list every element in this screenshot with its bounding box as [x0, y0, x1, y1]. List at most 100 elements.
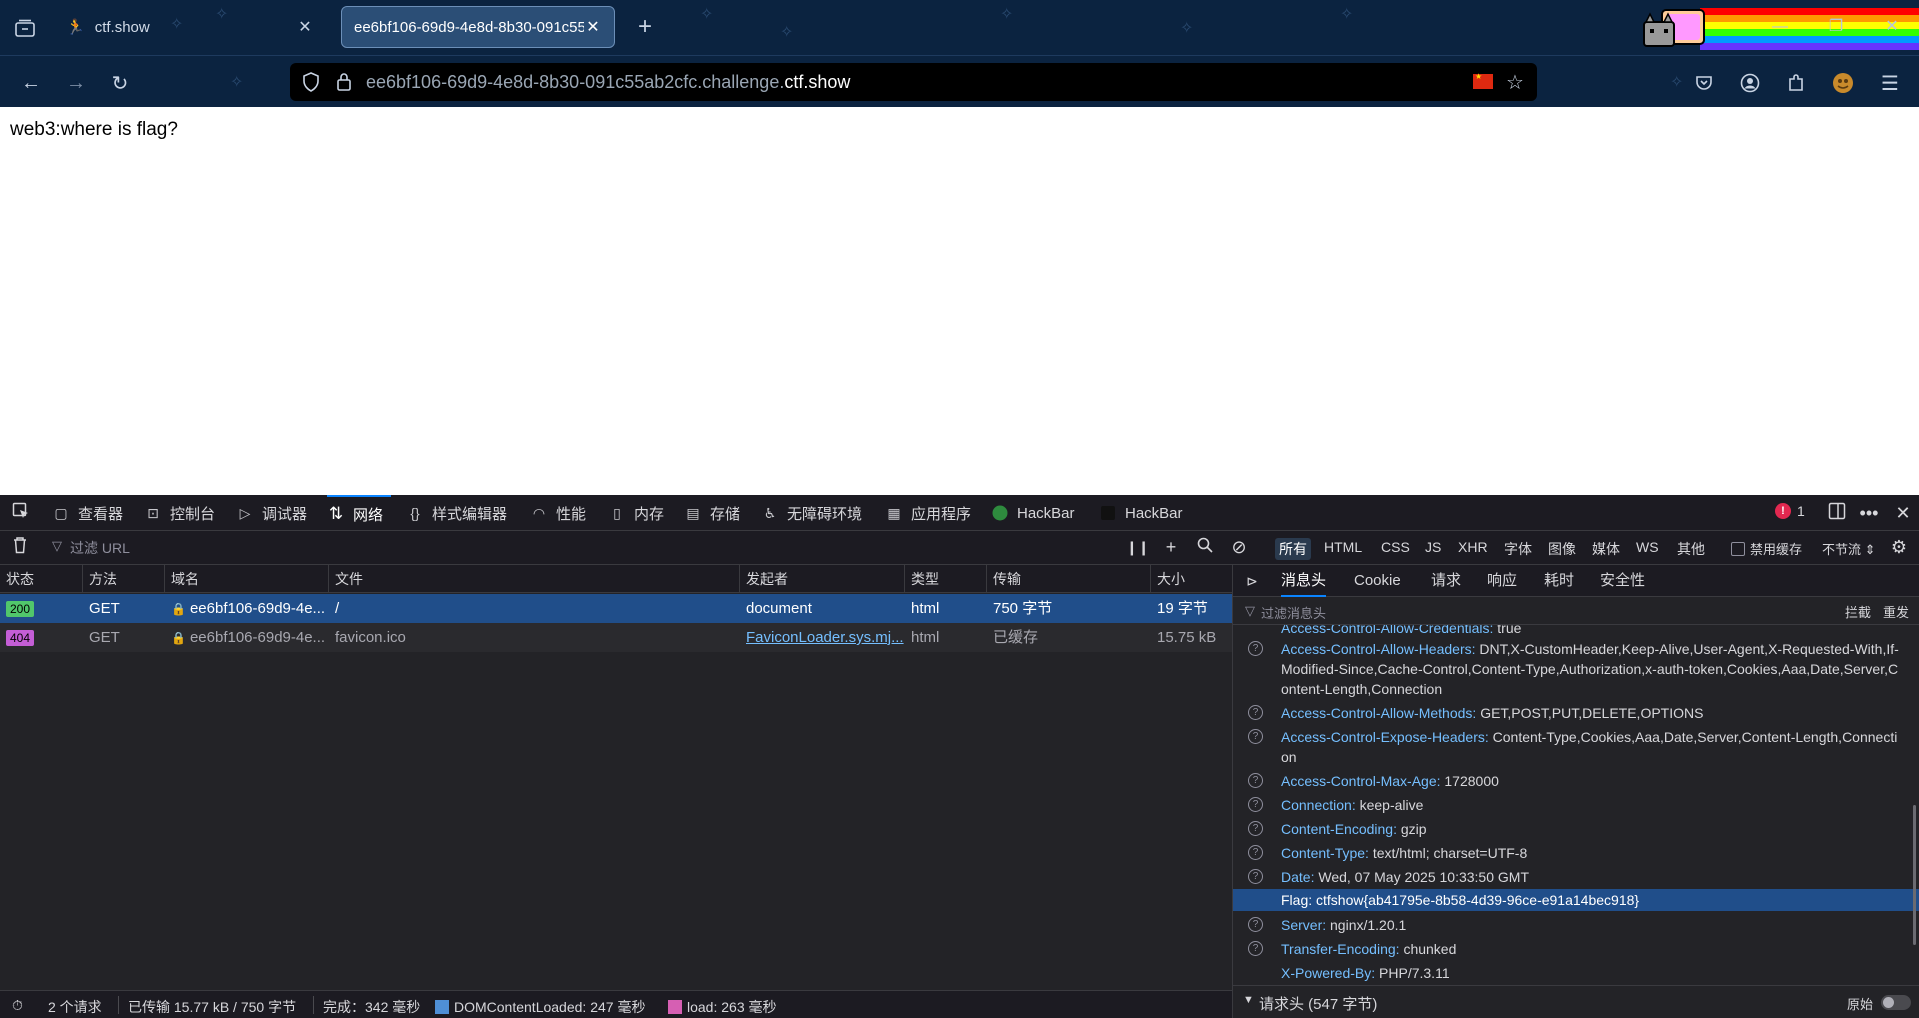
tab-network[interactable]: ⇅ 网络 [327, 495, 392, 531]
help-icon[interactable]: ? [1248, 821, 1263, 836]
new-tab-button[interactable]: + [630, 12, 660, 42]
header-row[interactable]: ? Content-Type: text/html; charset=UTF-8 [1233, 843, 1919, 863]
header-row[interactable]: ? Access-Control-Allow-Headers: DNT,X-Cu… [1233, 639, 1919, 699]
url-text[interactable]: ee6bf106-69d9-4e8d-8b30-091c55ab2cfc.cha… [366, 72, 850, 93]
filter-url-input[interactable]: 过滤 URL [70, 538, 130, 558]
trash-icon[interactable] [9, 536, 31, 558]
pause-icon[interactable]: ❙❙ [1126, 536, 1149, 558]
help-icon[interactable]: ? [1248, 941, 1263, 956]
close-devtools-icon[interactable]: ✕ [1892, 502, 1914, 524]
help-icon[interactable]: ? [1248, 869, 1263, 884]
tab-performance[interactable]: ◠ 性能 [530, 495, 586, 531]
header-row[interactable]: ? Access-Control-Allow-Methods: GET,POST… [1233, 703, 1919, 723]
minimize-icon[interactable]: — [1766, 14, 1794, 40]
filter-xhr[interactable]: XHR [1454, 538, 1492, 556]
tab-hackbar-1[interactable]: HackBar [991, 495, 1075, 531]
tab-accessibility[interactable]: ♿ 无障碍环境 [761, 495, 862, 531]
shield-icon[interactable] [302, 72, 320, 95]
col-size[interactable]: 大小 [1151, 565, 1232, 593]
filter-media[interactable]: 媒体 [1588, 538, 1624, 560]
header-row[interactable]: ? Date: Wed, 07 May 2025 10:33:50 GMT [1233, 867, 1919, 887]
tab-debugger[interactable]: ▷ 调试器 [236, 495, 307, 531]
help-icon[interactable]: ? [1248, 797, 1263, 812]
block-button[interactable]: 拦截 [1845, 602, 1871, 621]
close-window-icon[interactable]: ✕ [1878, 14, 1906, 40]
filter-html[interactable]: HTML [1320, 538, 1366, 556]
filter-ws[interactable]: WS [1632, 538, 1663, 556]
filter-js[interactable]: JS [1421, 538, 1445, 556]
tab-storage[interactable]: ▤ 存储 [684, 495, 740, 531]
maximize-icon[interactable]: ❐ [1822, 14, 1850, 40]
account-icon[interactable] [1735, 68, 1765, 98]
tab-console[interactable]: ⊡ 控制台 [144, 495, 215, 531]
filter-all[interactable]: 所有 [1275, 538, 1311, 560]
extensions-icon[interactable] [1781, 68, 1811, 98]
close-icon[interactable]: ✕ [584, 17, 602, 37]
tab-memory[interactable]: ▯ 内存 [608, 495, 664, 531]
header-row[interactable]: ? Connection: keep-alive [1233, 795, 1919, 815]
tab-ctfshow[interactable]: 🏃 ctf.show ✕ [54, 6, 326, 48]
filter-headers-input[interactable]: 过滤消息头 [1261, 603, 1326, 622]
header-row[interactable]: ? Transfer-Encoding: chunked [1233, 939, 1919, 959]
settings-gear-icon[interactable]: ⚙ [1888, 536, 1910, 558]
close-icon[interactable]: ✕ [296, 17, 314, 37]
help-icon[interactable]: ? [1248, 917, 1263, 932]
extension-avatar-icon[interactable] [1828, 68, 1858, 98]
dock-icon[interactable] [1826, 502, 1848, 524]
tab-challenge[interactable]: ee6bf106-69d9-4e8d-8b30-091c55ab2cfc.cha… [341, 6, 615, 48]
tab-overview-icon[interactable] [8, 14, 42, 42]
header-row[interactable]: ? Server: nginx/1.20.1 [1233, 915, 1919, 935]
header-row[interactable]: ? Access-Control-Max-Age: 1728000 [1233, 771, 1919, 791]
tab-hackbar-2[interactable]: HackBar [1099, 495, 1183, 531]
disable-cache-checkbox[interactable]: 禁用缓存 [1731, 539, 1802, 558]
menu-icon[interactable]: ☰ [1875, 68, 1905, 98]
filter-fonts[interactable]: 字体 [1500, 538, 1536, 560]
col-method[interactable]: 方法 [83, 565, 165, 593]
header-row[interactable]: ? Access-Control-Expose-Headers: Content… [1233, 727, 1919, 767]
bookmark-star-icon[interactable]: ☆ [1506, 70, 1524, 95]
throttle-select[interactable]: 不节流 ⇕ [1822, 539, 1876, 558]
lock-icon[interactable] [336, 72, 352, 95]
col-domain[interactable]: 域名 [165, 565, 329, 593]
tab-cookie[interactable]: Cookie [1354, 565, 1401, 597]
header-row-flag[interactable]: Flag: ctfshow{ab41795e-8b58-4d39-96ce-e9… [1233, 889, 1919, 911]
tab-security[interactable]: 安全性 [1600, 565, 1645, 597]
col-status[interactable]: 状态 [0, 565, 83, 593]
back-icon[interactable]: ← [16, 68, 46, 98]
help-icon[interactable]: ? [1248, 773, 1263, 788]
tab-timings[interactable]: 耗时 [1544, 565, 1574, 597]
scrollbar[interactable] [1913, 805, 1916, 945]
help-icon[interactable]: ? [1248, 729, 1263, 744]
raw-toggle[interactable] [1881, 995, 1911, 1010]
forward-icon[interactable]: → [61, 68, 91, 98]
tab-application[interactable]: ▦ 应用程序 [885, 495, 971, 531]
tab-request[interactable]: 请求 [1431, 565, 1461, 597]
col-type[interactable]: 类型 [905, 565, 987, 593]
toggle-panel-icon[interactable]: ⊳ [1241, 570, 1263, 592]
table-row[interactable]: 200 GET 🔒 ee6bf106-69d9-4e... / document … [0, 594, 1232, 623]
element-picker-icon[interactable] [10, 502, 32, 524]
request-headers-section[interactable]: ▼ 请求头 (547 字节) 原始 [1233, 985, 1919, 1018]
more-options-icon[interactable]: ••• [1858, 502, 1880, 524]
tab-headers[interactable]: 消息头 [1281, 565, 1327, 597]
china-flag-icon[interactable] [1473, 72, 1493, 89]
stopwatch-icon[interactable]: ⏱ [12, 997, 23, 1014]
col-file[interactable]: 文件 [329, 565, 740, 593]
header-row[interactable]: ? Content-Encoding: gzip [1233, 819, 1919, 839]
table-row[interactable]: 404 GET 🔒 ee6bf106-69d9-4e... favicon.ico… [0, 623, 1232, 652]
reload-icon[interactable]: ↻ [105, 68, 135, 98]
resend-button[interactable]: 重发 [1883, 602, 1909, 621]
error-count[interactable]: ! 1 [1775, 503, 1805, 519]
header-row[interactable]: Access-Control-Allow-Credentials: true [1233, 625, 1919, 638]
col-initiator[interactable]: 发起者 [740, 565, 905, 593]
help-icon[interactable]: ? [1248, 641, 1263, 656]
add-icon[interactable]: + [1160, 536, 1182, 558]
block-icon[interactable]: ⊘ [1228, 536, 1250, 558]
filter-css[interactable]: CSS [1377, 538, 1414, 556]
filter-images[interactable]: 图像 [1544, 538, 1580, 560]
search-icon[interactable] [1194, 536, 1216, 558]
filter-other[interactable]: 其他 [1673, 538, 1709, 560]
help-icon[interactable]: ? [1248, 845, 1263, 860]
col-transfer[interactable]: 传输 [987, 565, 1151, 593]
url-bar[interactable]: ee6bf106-69d9-4e8d-8b30-091c55ab2cfc.cha… [290, 63, 1537, 101]
